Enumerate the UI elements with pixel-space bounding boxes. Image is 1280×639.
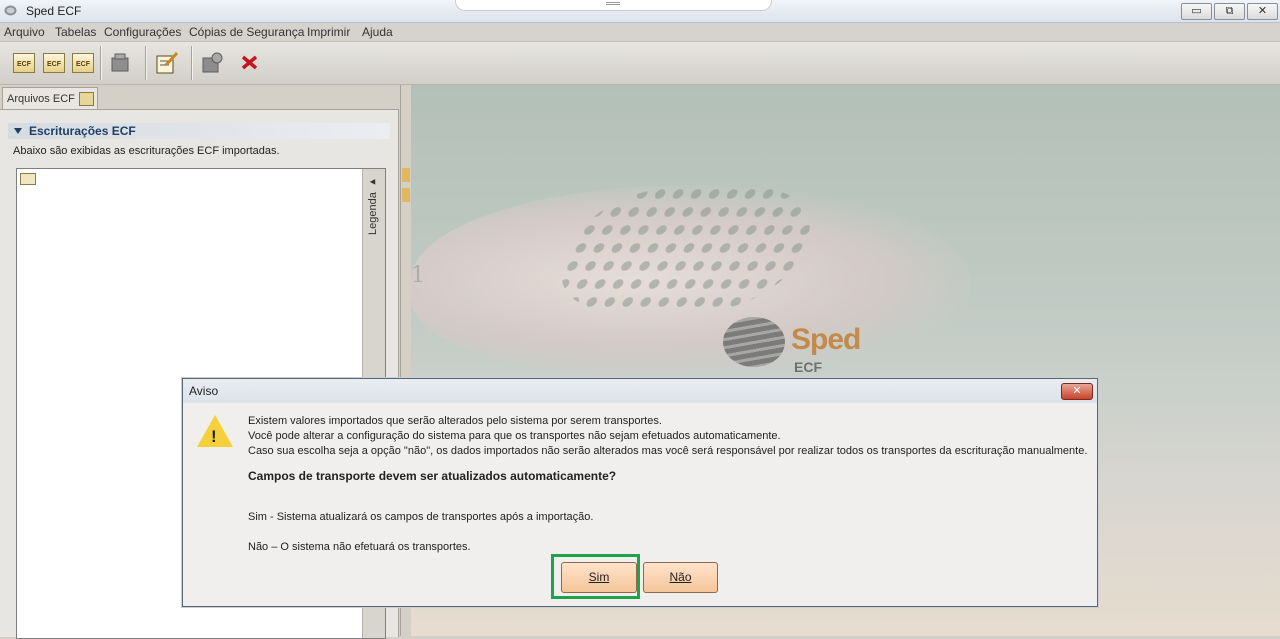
message-line-1: Existem valores importados que serão alt…	[248, 415, 662, 427]
collapse-left-arrow-icon[interactable]	[402, 168, 410, 182]
menu-imprimir[interactable]: Imprimir	[307, 25, 350, 39]
option-sim-text: Sim - Sistema atualizará os campos de tr…	[248, 511, 594, 523]
close-button[interactable]: ✕	[1247, 3, 1278, 20]
menu-ajuda[interactable]: Ajuda	[362, 25, 393, 39]
section-header[interactable]: Escriturações ECF	[8, 123, 390, 139]
message-line-2: Você pode alterar a configuração do sist…	[248, 430, 781, 442]
nao-button[interactable]: Não	[643, 562, 718, 593]
sped-logo-text: Sped	[791, 323, 861, 356]
title-bar: Sped ECF ▭ ⧉ ✕	[0, 0, 1280, 23]
splash-number: 1	[411, 263, 425, 288]
dialog-question: Campos de transporte devem ser atualizad…	[248, 469, 617, 483]
expand-right-arrow-icon[interactable]	[402, 188, 410, 202]
toolbar-divider	[145, 46, 147, 80]
tab-handle[interactable]	[455, 0, 772, 11]
import-ecf-icon[interactable]: ECF	[43, 51, 67, 75]
cancel-x-icon[interactable]	[238, 51, 262, 75]
dialog-title: Aviso	[189, 384, 219, 398]
legend-label: Legenda ▸	[367, 176, 379, 235]
folder-icon[interactable]	[20, 173, 36, 185]
section-description: Abaixo são exibidas as escriturações ECF…	[13, 145, 280, 157]
dialog-titlebar	[183, 379, 1097, 403]
window-title: Sped ECF	[26, 4, 82, 18]
sped-globe-logo	[723, 317, 785, 367]
edit-icon[interactable]	[155, 51, 179, 75]
toolbar-divider	[191, 46, 193, 80]
menu-tabelas[interactable]: Tabelas	[55, 25, 96, 39]
toolbar: ECF ECF ECF	[0, 42, 1280, 85]
app-icon	[4, 5, 17, 16]
ecf-file-icon	[79, 92, 94, 106]
tab-label: Arquivos ECF	[7, 93, 75, 105]
message-line-3: Caso sua escolha seja a opção "não", os …	[248, 445, 1088, 457]
menu-arquivo[interactable]: Arquivo	[4, 25, 45, 39]
section-title: Escriturações ECF	[29, 124, 136, 138]
aviso-dialog: Aviso ✕ ! Existem valores importados que…	[182, 378, 1098, 607]
tab-arquivos-ecf[interactable]: Arquivos ECF	[2, 87, 98, 109]
warning-mark: !	[211, 427, 217, 446]
toolbar-divider	[100, 46, 102, 80]
lock-icon[interactable]	[200, 51, 224, 75]
dialog-close-button[interactable]: ✕	[1061, 383, 1093, 400]
minimize-button[interactable]: ▭	[1181, 3, 1212, 20]
ecf-logo-text: ECF	[794, 359, 822, 375]
package-icon[interactable]	[109, 51, 133, 75]
delete-ecf-icon[interactable]: ECF	[72, 51, 96, 75]
new-ecf-icon[interactable]: ECF	[13, 51, 37, 75]
option-nao-text: Não – O sistema não efetuará os transpor…	[248, 541, 471, 553]
sim-highlight-box	[551, 554, 640, 599]
menu-configuracoes[interactable]: Configurações	[104, 25, 181, 39]
menu-bar: Arquivo Tabelas Configurações Cópias de …	[0, 23, 1280, 42]
menu-copias-seguranca[interactable]: Cópias de Segurança	[189, 25, 304, 39]
collapse-triangle-icon[interactable]	[14, 128, 22, 134]
maximize-button[interactable]: ⧉	[1214, 3, 1245, 20]
